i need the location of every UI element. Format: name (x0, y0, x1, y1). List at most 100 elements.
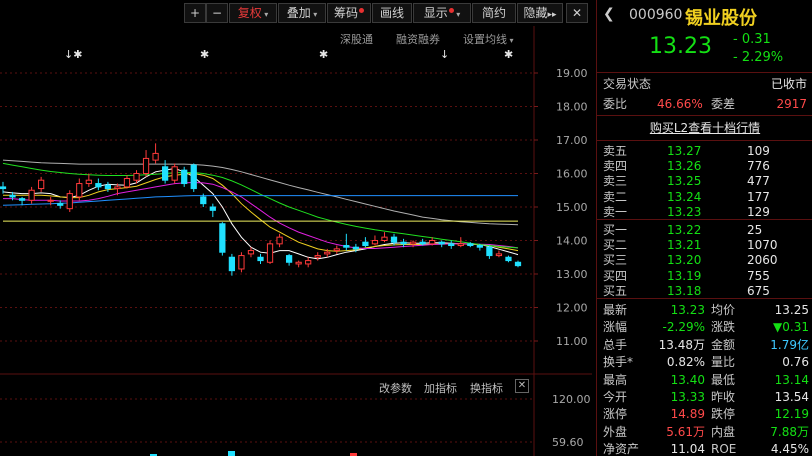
stat-row: 净资产 11.04 ROE 4.45% (597, 440, 812, 456)
volume-bar (228, 451, 235, 456)
volume-tick-label: 120.00 (552, 393, 591, 406)
candle-body (114, 186, 121, 190)
stat-row: 今开 13.33 昨收 13.54 (597, 388, 812, 406)
candle-body (276, 236, 283, 245)
candle-body (352, 246, 359, 250)
stat-label: 量比 (711, 355, 736, 370)
stat-value: 11.04 (670, 442, 705, 456)
stock-name: 锡业股份 (685, 8, 757, 29)
stat-row: 总手 13.48万 金额 1.79亿 (597, 336, 812, 354)
candle-body (238, 255, 245, 270)
zoom-in-button[interactable]: + (184, 3, 206, 23)
stat-value: 7.88万 (770, 424, 809, 439)
zoom-out-button[interactable]: − (206, 3, 228, 23)
stat-value: 1.79亿 (770, 337, 809, 352)
buy-l2-link-row: 购买L2查看十档行情 (597, 119, 812, 137)
double-arrow-icon: ▸▸ (547, 10, 557, 20)
candle-body (38, 179, 45, 190)
price-change-pct: - 2.29% (733, 50, 784, 65)
stat-value: -2.29% (662, 320, 705, 335)
candle-body (438, 241, 445, 245)
hide-button[interactable]: 隐藏▸▸ (517, 3, 563, 23)
stat-value: 13.25 (774, 303, 809, 317)
last-price: 13.23 (649, 34, 712, 59)
candle-body (429, 240, 436, 245)
weibi-row: 委比 46.66% 委差 2917 (597, 95, 812, 113)
fuquan-button[interactable]: 复权 ▾ (229, 3, 277, 23)
candle-body (152, 152, 159, 161)
candle-body (0, 186, 7, 190)
close-indicator-button[interactable]: ✕ (515, 379, 529, 393)
switch-indicator-link[interactable]: 换指标 (470, 380, 503, 396)
candle-body (190, 164, 197, 190)
candle-body (181, 169, 188, 185)
candle-body (66, 193, 73, 210)
stat-label: 涨幅 (603, 320, 628, 335)
close-button[interactable]: ✕ (566, 3, 588, 23)
candle-body (200, 196, 207, 205)
stat-label: 总手 (603, 337, 628, 352)
event-marker[interactable]: ↓✱ (64, 48, 82, 61)
candle-body (104, 184, 112, 190)
stat-value: 12.19 (774, 407, 809, 422)
event-marker[interactable]: ✱ (319, 48, 328, 61)
hide-label: 隐藏 (523, 6, 548, 20)
stat-row: 最新 13.23 均价 13.25 (597, 301, 812, 319)
candle-body (219, 223, 226, 253)
chevron-down-icon: ▾ (310, 10, 318, 19)
stat-value: 13.40 (670, 372, 705, 387)
candle-body (419, 241, 426, 245)
quote-panel: ❮ 000960 锡业股份 13.23 - 0.31 - 2.29% 交易状态 … (596, 0, 812, 456)
add-indicator-link[interactable]: 加指标 (424, 380, 457, 396)
stat-value: ▼0.31 (773, 320, 809, 335)
kline-chart[interactable]: 19.00 18.00 17.00 16.00 15.00 14.00 13.00 12.00… (0, 26, 592, 456)
candle-body (162, 166, 169, 181)
candle-body (314, 255, 321, 258)
ma-line (2, 167, 519, 260)
candle-body (142, 157, 150, 175)
stat-label: ROE (711, 442, 737, 456)
change-params-link[interactable]: 改参数 (379, 380, 412, 396)
trade-status-row: 交易状态 已收市 (597, 75, 812, 93)
stat-value: 13.23 (670, 303, 705, 317)
simple-button[interactable]: 简约 (472, 3, 516, 23)
stat-label: 净资产 (603, 442, 640, 456)
stat-value: 13.14 (774, 372, 809, 387)
candle-body (285, 255, 293, 263)
volume-tick-label: 59.60 (552, 436, 584, 449)
stat-row: 涨停 14.89 跌停 12.19 (597, 405, 812, 423)
candle-body (476, 245, 483, 248)
overlay-button[interactable]: 叠加 ▾ (278, 3, 326, 23)
chevron-left-icon[interactable]: ❮ (603, 6, 625, 22)
stat-value: 13.33 (670, 390, 705, 404)
candle-body (400, 241, 407, 245)
divider (597, 140, 812, 141)
draw-line-button[interactable]: 画线 (372, 3, 412, 23)
chips-button[interactable]: 筹码 (327, 3, 371, 23)
candle-body (324, 251, 331, 255)
stat-value: 5.61万 (666, 424, 705, 439)
weibi-value: 46.66% (657, 97, 703, 111)
stat-row: 最高 13.40 最低 13.14 (597, 371, 812, 389)
candle-body (76, 183, 83, 198)
price-tick-label: 12.00 (556, 302, 588, 315)
price-tick-label: 19.00 (556, 67, 588, 80)
shengutong-link[interactable]: 深股通 (340, 31, 373, 47)
price-tick-label: 18.00 (556, 101, 588, 114)
event-marker[interactable]: ✱ (504, 48, 513, 61)
price-tick-label: 15.00 (556, 201, 588, 214)
candle-body (266, 243, 274, 263)
stat-label: 今开 (603, 390, 628, 404)
stat-value: 4.45% (770, 442, 809, 456)
stat-label: 外盘 (603, 424, 628, 439)
display-button[interactable]: 显示 ▾ (413, 3, 471, 23)
ma-settings-label: 设置均线 (463, 33, 507, 46)
margin-trading-link[interactable]: 融资融券 (396, 31, 440, 47)
ma-settings-link[interactable]: 设置均线 ▾ (463, 31, 514, 47)
buy-l2-link[interactable]: 购买L2查看十档行情 (650, 121, 760, 135)
stat-label: 涨停 (603, 407, 628, 422)
overlay-label: 叠加 (286, 6, 311, 20)
fuquan-label: 复权 (237, 6, 262, 20)
event-marker[interactable]: ↓ (440, 48, 449, 61)
event-marker[interactable]: ✱ (200, 48, 209, 61)
